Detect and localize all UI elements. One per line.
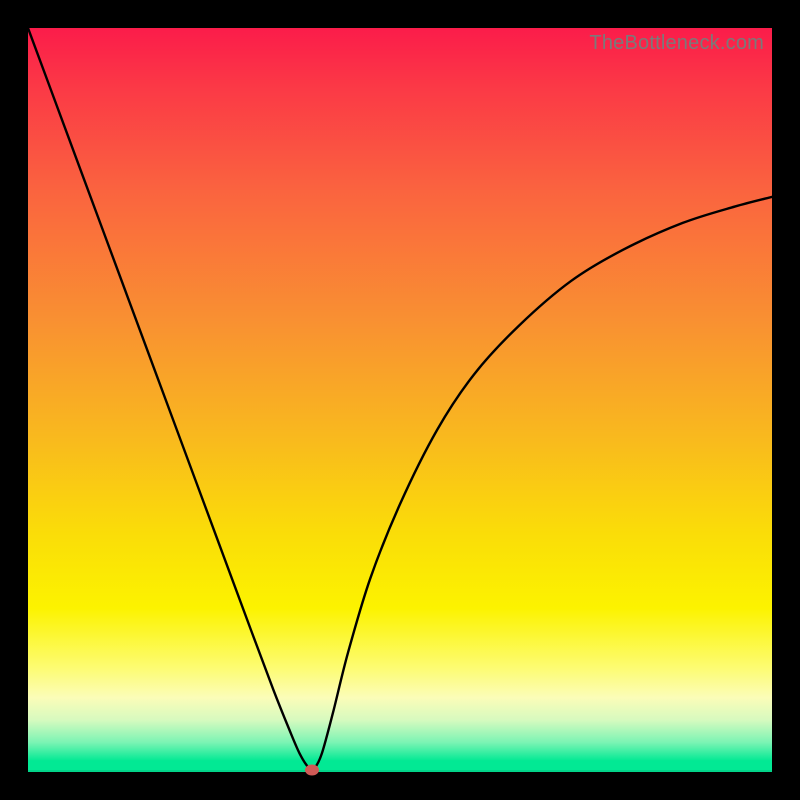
bottleneck-curve-path	[28, 28, 772, 770]
curve-svg	[28, 28, 772, 772]
plot-area: TheBottleneck.com	[28, 28, 772, 772]
optimum-marker	[305, 764, 319, 775]
baseline	[28, 770, 772, 772]
chart-frame: TheBottleneck.com	[0, 0, 800, 800]
